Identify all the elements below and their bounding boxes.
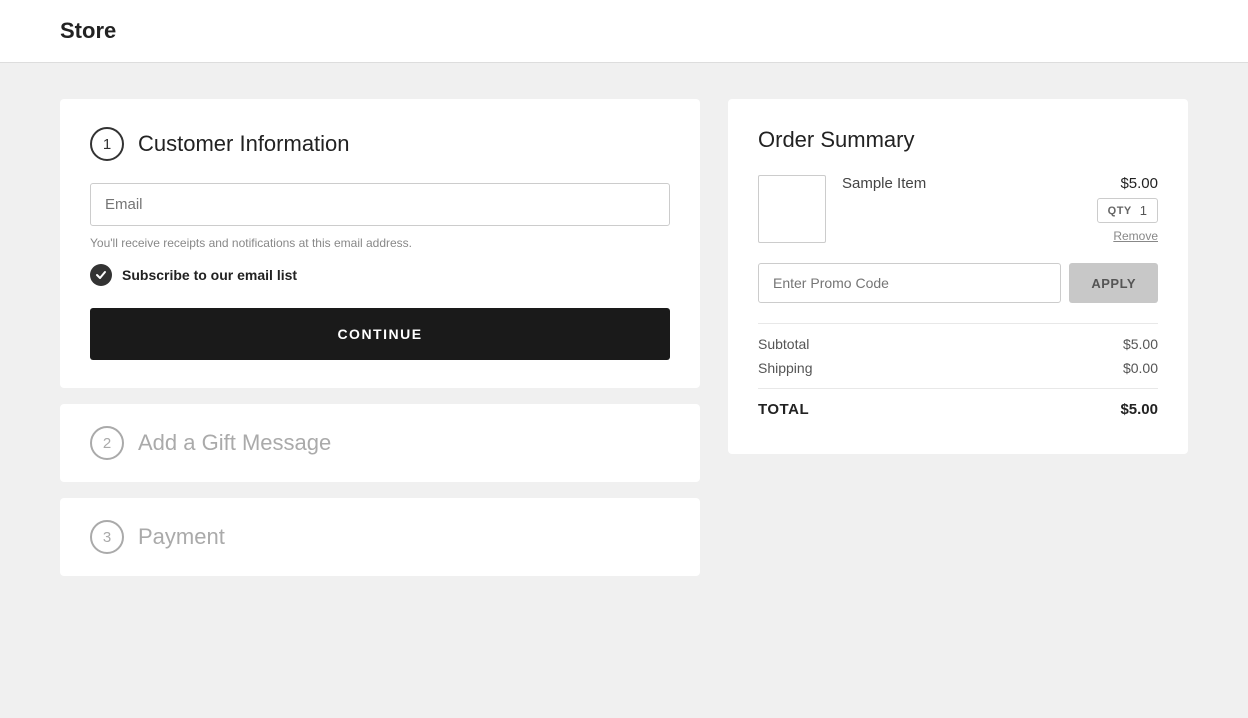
left-column: 1 Customer Information You'll receive re…: [60, 99, 700, 576]
item-price-row: Sample Item $5.00 QTY 1 Remove: [842, 175, 1158, 243]
step3-title: Payment: [138, 524, 225, 550]
subscribe-label: Subscribe to our email list: [122, 267, 297, 283]
order-summary-card: Order Summary Sample Item $5.00 QTY 1: [728, 99, 1188, 454]
item-name: Sample Item: [842, 175, 926, 192]
shipping-value: $0.00: [1123, 360, 1158, 376]
order-item-row: Sample Item $5.00 QTY 1 Remove: [758, 175, 1158, 243]
email-form-group: [90, 183, 670, 226]
promo-input[interactable]: [758, 263, 1061, 303]
step3-header: 3 Payment: [90, 520, 670, 554]
order-summary-title: Order Summary: [758, 127, 1158, 153]
step3-circle: 3: [90, 520, 124, 554]
right-column: Order Summary Sample Item $5.00 QTY 1: [728, 99, 1188, 576]
subtotal-label: Subtotal: [758, 336, 809, 352]
subscribe-row[interactable]: Subscribe to our email list: [90, 264, 670, 286]
item-details: Sample Item $5.00 QTY 1 Remove: [842, 175, 1158, 243]
apply-promo-button[interactable]: APPLY: [1069, 263, 1158, 303]
qty-label: QTY: [1108, 205, 1132, 217]
subtotal-value: $5.00: [1123, 336, 1158, 352]
item-right: $5.00 QTY 1 Remove: [1097, 175, 1158, 243]
item-price: $5.00: [1120, 175, 1158, 192]
promo-row: APPLY: [758, 263, 1158, 303]
step1-header: 1 Customer Information: [90, 127, 670, 161]
total-value: $5.00: [1120, 401, 1158, 418]
total-row: TOTAL $5.00: [758, 401, 1158, 418]
total-label: TOTAL: [758, 401, 809, 418]
email-input[interactable]: [90, 183, 670, 226]
checkbox-checked-icon: [90, 264, 112, 286]
qty-value: 1: [1140, 203, 1147, 218]
total-divider: [758, 388, 1158, 389]
step2-card: 2 Add a Gift Message: [60, 404, 700, 482]
main-content: 1 Customer Information You'll receive re…: [0, 63, 1248, 612]
step1-card: 1 Customer Information You'll receive re…: [60, 99, 700, 388]
step3-card: 3 Payment: [60, 498, 700, 576]
subtotal-row: Subtotal $5.00: [758, 336, 1158, 352]
shipping-label: Shipping: [758, 360, 813, 376]
step1-title: Customer Information: [138, 131, 350, 157]
summary-divider: [758, 323, 1158, 324]
store-title: Store: [60, 18, 1188, 44]
step2-header: 2 Add a Gift Message: [90, 426, 670, 460]
page-header: Store: [0, 0, 1248, 63]
step2-circle: 2: [90, 426, 124, 460]
remove-item-button[interactable]: Remove: [1113, 229, 1158, 243]
step1-circle: 1: [90, 127, 124, 161]
qty-box: QTY 1: [1097, 198, 1158, 223]
continue-button[interactable]: CONTINUE: [90, 308, 670, 360]
item-image: [758, 175, 826, 243]
email-helper-text: You'll receive receipts and notification…: [90, 236, 670, 250]
step2-title: Add a Gift Message: [138, 430, 331, 456]
shipping-row: Shipping $0.00: [758, 360, 1158, 376]
